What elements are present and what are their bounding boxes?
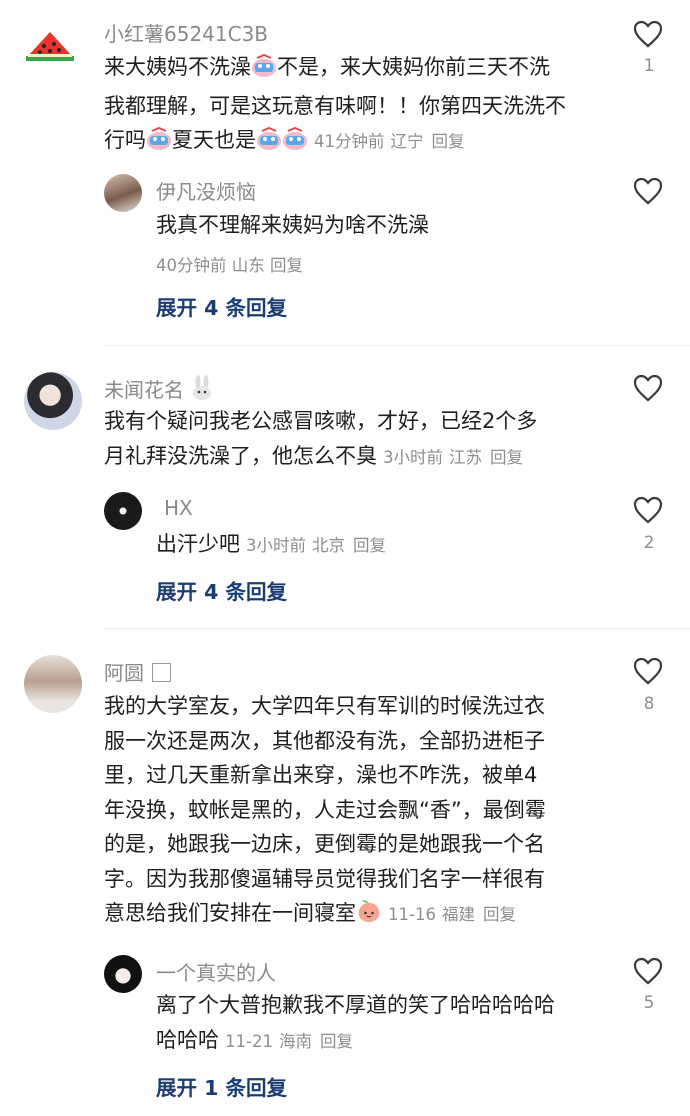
like-button[interactable] bbox=[633, 957, 663, 985]
badge-box-icon bbox=[152, 663, 172, 682]
comment-time: 41分钟前 bbox=[314, 132, 385, 151]
comment-text-line: 我都理解，可是这玩意有味啊！！你第四天洗洗不 bbox=[104, 93, 566, 118]
comment-text-line: 我有个疑问我老公感冒咳嗽，才好，已经2个多 bbox=[104, 409, 538, 433]
reply-button[interactable]: 回复 bbox=[483, 905, 516, 924]
reply-meta: 40分钟前 山东 回复 bbox=[156, 252, 303, 276]
divider bbox=[104, 345, 690, 346]
reply-text: 我真不理解来姨妈为啥不洗澡 bbox=[156, 213, 429, 237]
like-button[interactable] bbox=[633, 496, 663, 524]
comment-time: 11-16 bbox=[388, 905, 436, 924]
comment-location: 江苏 bbox=[449, 447, 482, 467]
reply-button[interactable]: 回复 bbox=[490, 448, 523, 467]
avatar[interactable] bbox=[24, 22, 76, 74]
comment-text-line: 里，过几天重新拿出来穿，澡也不咋洗，被单4 bbox=[104, 763, 538, 787]
comment-text-line: 夏天也是 bbox=[172, 128, 256, 152]
heart-icon bbox=[633, 177, 663, 205]
bunny-icon bbox=[190, 375, 214, 406]
reply-time: 3小时前 bbox=[246, 536, 306, 555]
comment-text-line: 行吗 bbox=[104, 128, 146, 152]
heart-icon bbox=[633, 496, 663, 524]
reply-text: 离了个大普抱歉我不厚道的笑了哈哈哈哈哈 哈哈哈 11-21 海南 回复 bbox=[156, 988, 555, 1059]
comment-username[interactable]: 未闻花名 bbox=[104, 374, 214, 406]
like-button[interactable] bbox=[633, 657, 663, 685]
reply-text-line: 哈哈哈 bbox=[156, 1027, 219, 1052]
like-count: 1 bbox=[643, 56, 655, 76]
reply-button[interactable]: 回复 bbox=[320, 1032, 353, 1051]
reply-time: 40分钟前 bbox=[156, 256, 227, 275]
comment-location: 福建 bbox=[441, 905, 475, 924]
comment-text: 来大姨妈不洗澡 不是，来大姨妈你前三天不洗 我都理解，可是这玩意有味啊！！你第四天… bbox=[104, 50, 566, 162]
like-count: 2 bbox=[643, 533, 655, 553]
reply-location: 海南 bbox=[278, 1031, 312, 1051]
avatar[interactable] bbox=[104, 492, 142, 530]
expand-replies-button[interactable]: 展开 4 条回复 bbox=[156, 575, 287, 605]
crying-emoji-icon bbox=[251, 53, 277, 89]
comment-username[interactable]: 阿圆 bbox=[104, 657, 172, 686]
comment-username-label: 阿圆 bbox=[104, 661, 144, 685]
watermelon-icon bbox=[26, 32, 74, 61]
like-button[interactable] bbox=[633, 20, 663, 48]
comment-text-line: 我的大学室友，大学四年只有军训的时候洗过衣 bbox=[104, 694, 545, 718]
like-count: 8 bbox=[643, 694, 655, 714]
like-button[interactable] bbox=[633, 374, 663, 402]
comment-text-line: 来大姨妈不洗澡 bbox=[104, 55, 251, 79]
comment-text: 我的大学室友，大学四年只有军训的时候洗过衣 服一次还是两次，其他都没有洗，全部扔… bbox=[104, 689, 546, 935]
avatar[interactable] bbox=[24, 655, 82, 713]
reply-location: 北京 bbox=[312, 536, 345, 555]
avatar[interactable] bbox=[24, 372, 82, 430]
reply-time: 11-21 bbox=[225, 1031, 273, 1051]
comment-time: 3小时前 bbox=[383, 447, 443, 467]
crying-emoji-icon bbox=[146, 126, 172, 162]
comment-text: 我有个疑问我老公感冒咳嗽，才好，已经2个多 月礼拜没洗澡了，他怎么不臭 3小时前江… bbox=[104, 404, 537, 475]
reply-location: 山东 bbox=[231, 256, 265, 275]
reply-button[interactable]: 回复 bbox=[270, 256, 303, 275]
comment-text-line: 月礼拜没洗澡了，他怎么不臭 bbox=[104, 443, 377, 468]
crying-emoji-icon bbox=[282, 126, 308, 162]
comment-text-line: 年没换，蚊帐是黑的，人走过会飘“香”，最倒霉 bbox=[104, 797, 546, 822]
heart-icon bbox=[633, 657, 663, 685]
like-count: 5 bbox=[643, 993, 655, 1013]
comment-username-label: 未闻花名 bbox=[104, 378, 184, 402]
reply-username[interactable]: 一个真实的人 bbox=[156, 957, 276, 986]
comment-text-line: 服一次还是两次，其他都没有洗，全部扔进柜子 bbox=[104, 728, 545, 753]
comment-username[interactable]: 小红薯65241C3B bbox=[104, 18, 268, 47]
expand-replies-button[interactable]: 展开 1 条回复 bbox=[156, 1071, 287, 1101]
peach-emoji-icon bbox=[356, 898, 382, 935]
reply-button[interactable]: 回复 bbox=[353, 536, 386, 555]
heart-icon bbox=[633, 374, 663, 402]
comment-location: 辽宁 bbox=[390, 132, 424, 151]
like-button[interactable] bbox=[633, 177, 663, 205]
divider bbox=[104, 628, 690, 629]
reply-username[interactable]: HX bbox=[164, 496, 193, 520]
expand-replies-button[interactable]: 展开 4 条回复 bbox=[156, 291, 287, 321]
reply-text-line: 出汗少吧 bbox=[156, 532, 240, 556]
comment-text-line: 字。因为我那傻逼辅导员觉得我们名字一样很有 bbox=[104, 866, 545, 891]
comment-text-line: 意思给我们安排在一间寝室 bbox=[104, 901, 356, 925]
avatar[interactable] bbox=[104, 174, 142, 212]
comment-text-line: 的是，她跟我一边床，更倒霉的是她跟我一个名 bbox=[104, 832, 545, 856]
crying-emoji-icon bbox=[256, 126, 282, 162]
reply-text-line: 离了个大普抱歉我不厚道的笑了哈哈哈哈哈 bbox=[156, 993, 555, 1017]
avatar[interactable] bbox=[104, 955, 142, 993]
heart-icon bbox=[633, 957, 663, 985]
reply-username[interactable]: 伊凡没烦恼 bbox=[156, 176, 256, 205]
comment-text-line: 不是，来大姨妈你前三天不洗 bbox=[277, 55, 550, 79]
reply-button[interactable]: 回复 bbox=[432, 132, 465, 151]
heart-icon bbox=[633, 20, 663, 48]
reply-text: 出汗少吧 3小时前 北京 回复 bbox=[156, 527, 386, 564]
